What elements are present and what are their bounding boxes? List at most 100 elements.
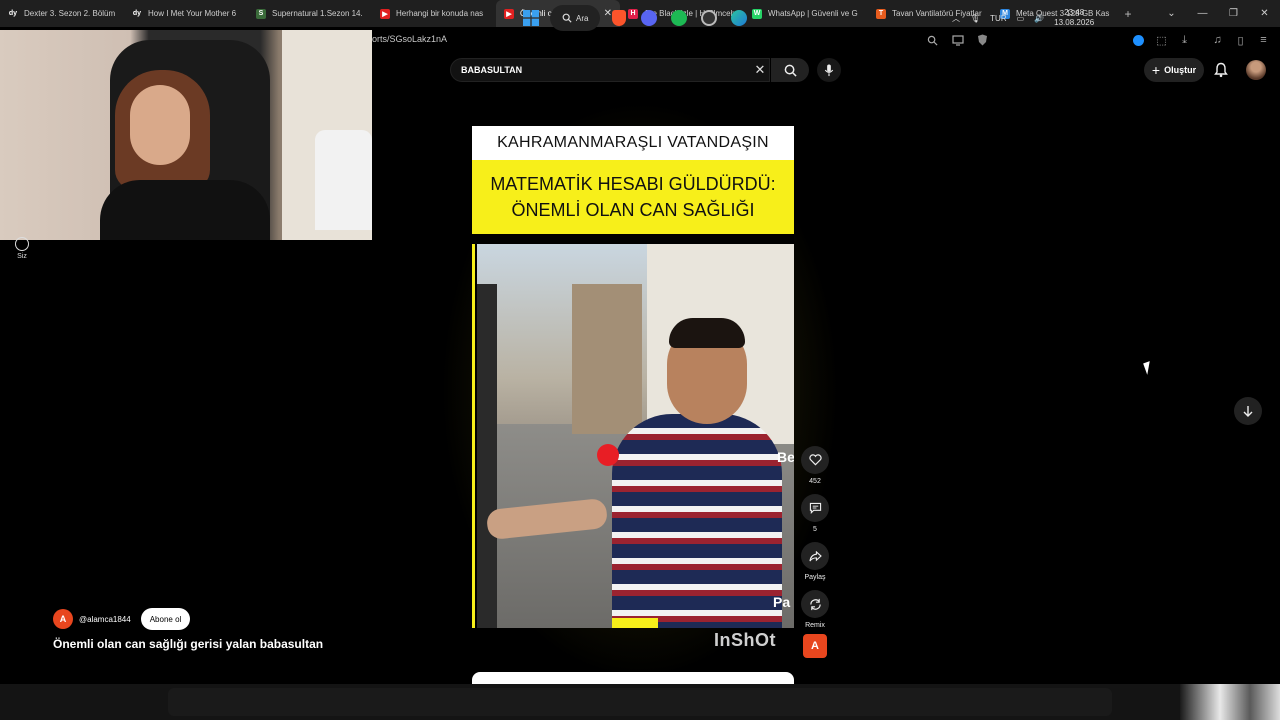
discord-icon[interactable]: [638, 7, 660, 29]
edge-browser-icon[interactable]: [728, 7, 750, 29]
account-avatar[interactable]: [1246, 60, 1266, 80]
taskbar-search-icon: [562, 13, 572, 23]
video-headline-banner: MATEMATİK HESABI GÜLDÜRDÜ: ÖNEMLİ OLAN C…: [472, 160, 794, 234]
brave-browser-icon[interactable]: [608, 7, 630, 29]
system-clock[interactable]: 23:48 13.08.2026: [1054, 8, 1094, 29]
voice-search-button[interactable]: [817, 58, 841, 82]
tray-overflow-chevron-icon[interactable]: ︿: [952, 13, 960, 24]
taskbar-search[interactable]: Ara: [550, 5, 601, 31]
channel-handle[interactable]: @alamca1844: [79, 615, 131, 624]
scene-man-hair: [669, 318, 745, 348]
video-side-text-pa: Pa: [773, 594, 791, 610]
browser-toolbar: ⬚ ⤓ ♫ ▯ ≡: [1132, 30, 1270, 50]
browser-tab[interactable]: dy How I Met Your Mother 6: [124, 0, 248, 27]
remix-icon: [809, 598, 821, 610]
taskbar-surface: [168, 688, 1112, 716]
channel-info: A @alamca1844 Abone ol: [53, 608, 191, 630]
scene-interviewer: [477, 284, 497, 628]
tab-title: Dexter 3. Sezon 2. Bölüm: [24, 9, 116, 18]
tab-favicon-icon: ▶: [380, 8, 390, 19]
tab-favicon-icon: W: [752, 8, 762, 19]
clear-search-icon[interactable]: ✕: [752, 62, 768, 78]
like-button[interactable]: [801, 446, 829, 474]
download-icon[interactable]: ⤓: [1178, 34, 1191, 47]
mouse-cursor: [1143, 361, 1154, 375]
extension-skype-icon[interactable]: [1132, 34, 1145, 47]
search-icon: [784, 64, 797, 77]
share-arrow-icon: [808, 550, 822, 561]
comment-action: 5: [800, 494, 830, 533]
scene-man-shirt: [612, 414, 782, 628]
channel-avatar-small[interactable]: A: [803, 634, 827, 658]
restore-button[interactable]: ❐: [1218, 0, 1249, 27]
minimize-button[interactable]: —: [1187, 0, 1218, 27]
shorts-video-player[interactable]: KAHRAMANMARAŞLI VATANDAŞIN MATEMATİK HES…: [472, 126, 794, 628]
browser-tab[interactable]: S Supernatural 1.Sezon 14.: [248, 0, 372, 27]
subscribe-button[interactable]: Abone ol: [140, 608, 191, 630]
comment-count: 5: [813, 526, 817, 533]
zoom-icon[interactable]: [926, 34, 939, 47]
heart-icon: [808, 454, 822, 466]
sidebar-you-label: Siz: [17, 253, 27, 260]
notifications-bell-icon[interactable]: [1213, 62, 1229, 78]
webcam-fan: [315, 130, 372, 230]
search-input[interactable]: BABASULTAN: [450, 58, 770, 82]
tray-microphone-icon[interactable]: 🎙: [970, 14, 980, 23]
input-language[interactable]: TUR: [990, 14, 1006, 23]
like-count: 452: [809, 478, 821, 485]
tab-title: How I Met Your Mother 6: [148, 9, 237, 18]
tab-favicon-icon: dy: [132, 8, 142, 19]
share-button[interactable]: [801, 542, 829, 570]
obs-studio-icon[interactable]: [698, 7, 720, 29]
system-tray: ︿ 🎙 TUR ▭ 🔊 23:48 13.08.2026: [952, 0, 1094, 36]
sidebar-you-item[interactable]: Siz: [12, 237, 32, 260]
close-window-button[interactable]: ✕: [1249, 0, 1280, 27]
create-button[interactable]: + Oluştur: [1144, 58, 1204, 82]
browser-tab[interactable]: ▶ Herhangi bir konuda nas: [372, 0, 496, 27]
comment-icon: [809, 502, 821, 514]
tab-favicon-icon: dy: [8, 8, 18, 19]
video-headline-top: KAHRAMANMARAŞLI VATANDAŞIN: [472, 126, 794, 160]
extensions-puzzle-icon[interactable]: ⬚: [1155, 34, 1168, 47]
video-yellow-border: [472, 244, 475, 628]
scene-yellow-tab: [612, 618, 658, 628]
comments-button[interactable]: [801, 494, 829, 522]
create-label: Oluştur: [1164, 65, 1197, 75]
plus-icon: +: [1151, 62, 1161, 78]
address-bar-url[interactable]: orts/SGsoLakz1nA: [372, 34, 447, 44]
short-title[interactable]: Önemli olan can sağlığı gerisi yalan bab…: [53, 637, 323, 651]
channel-avatar[interactable]: A: [53, 609, 73, 629]
new-tab-button[interactable]: +: [1116, 7, 1140, 21]
webcam-person-shirt: [100, 180, 270, 240]
video-frame-scene: Be Pa: [477, 244, 794, 628]
menu-icon[interactable]: ≡: [1257, 34, 1270, 47]
like-action: 452: [800, 446, 830, 485]
video-divider: [472, 234, 794, 244]
search-button[interactable]: [771, 58, 809, 82]
network-icon[interactable]: ▭: [1017, 14, 1025, 23]
user-icon: [15, 237, 29, 251]
media-music-icon[interactable]: ♫: [1211, 34, 1224, 47]
clock-date: 13.08.2026: [1054, 18, 1095, 27]
window-controls: ⌄ — ❐ ✕: [1156, 0, 1280, 27]
taskbar-apps: Ara: [520, 0, 750, 36]
microphone-icon: [824, 63, 834, 76]
scene-building-left: [572, 284, 642, 434]
tab-search-icon[interactable]: ⌄: [1156, 0, 1187, 27]
volume-icon[interactable]: 🔊: [1034, 14, 1044, 23]
arrow-down-icon: [1243, 406, 1253, 417]
tab-title: Herhangi bir konuda nas: [396, 9, 484, 18]
next-video-button[interactable]: [1234, 397, 1262, 425]
remix-button[interactable]: [801, 590, 829, 618]
tab-title: WhatsApp | Güvenli ve G: [768, 9, 858, 18]
tab-favicon-icon: S: [256, 8, 266, 19]
sidebar-toggle-icon[interactable]: ▯: [1234, 34, 1247, 47]
tab-title: Supernatural 1.Sezon 14.: [272, 9, 363, 18]
webcam-overlay: [0, 30, 372, 240]
browser-tab[interactable]: dy Dexter 3. Sezon 2. Bölüm: [0, 0, 124, 27]
browser-tab[interactable]: W WhatsApp | Güvenli ve G: [744, 0, 868, 27]
start-windows-icon[interactable]: [520, 7, 542, 29]
remix-action: Remix: [800, 590, 830, 629]
spotify-icon[interactable]: [668, 7, 690, 29]
scene-microphone: [597, 444, 619, 466]
